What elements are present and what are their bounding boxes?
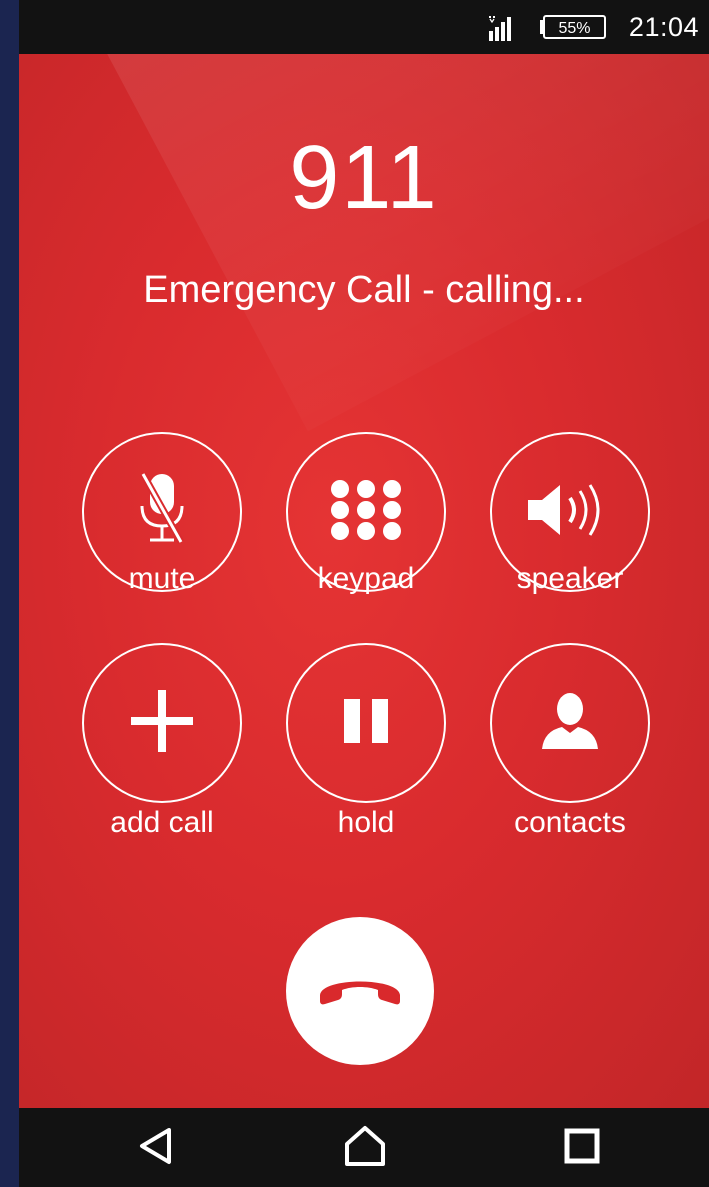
home-button[interactable] xyxy=(335,1120,395,1176)
triangle-back-icon xyxy=(136,1126,176,1170)
keypad-label: keypad xyxy=(317,562,415,595)
mute-label: mute xyxy=(128,562,196,595)
recents-button[interactable] xyxy=(552,1120,612,1176)
plus-icon xyxy=(127,686,197,760)
pause-icon xyxy=(341,696,391,750)
signal-icon xyxy=(485,13,515,41)
battery-icon: 55% xyxy=(539,14,607,40)
dialpad-icon xyxy=(328,479,404,545)
clock-time: 21:04 xyxy=(628,11,699,42)
call-screen: 911 Emergency Call - calling... mute key… xyxy=(19,54,709,1108)
speaker-label: speaker xyxy=(516,562,624,595)
left-edge-strip xyxy=(0,0,19,1187)
hold-button[interactable] xyxy=(286,643,446,803)
speaker-volume-icon xyxy=(522,480,618,544)
add-call-button[interactable] xyxy=(82,643,242,803)
phone-screen: 55% 21:04 911 Emergency Call - calling..… xyxy=(19,0,709,1187)
navigation-bar xyxy=(19,1108,709,1187)
end-call-button[interactable] xyxy=(286,917,434,1065)
house-icon xyxy=(343,1124,387,1172)
dialed-number: 911 xyxy=(289,128,439,228)
call-status-text: Emergency Call - calling... xyxy=(143,269,585,311)
battery-percent: 55% xyxy=(558,20,590,37)
background-sheen xyxy=(63,54,709,432)
status-bar: 55% 21:04 xyxy=(19,0,709,54)
contacts-label: contacts xyxy=(514,806,626,839)
person-icon xyxy=(538,691,602,755)
hold-label: hold xyxy=(337,806,395,839)
contacts-button[interactable] xyxy=(490,643,650,803)
add-call-label: add call xyxy=(110,806,214,839)
back-button[interactable] xyxy=(126,1120,186,1176)
square-recents-icon xyxy=(563,1127,601,1169)
microphone-off-icon xyxy=(127,470,197,554)
phone-hangup-icon xyxy=(312,965,408,1017)
